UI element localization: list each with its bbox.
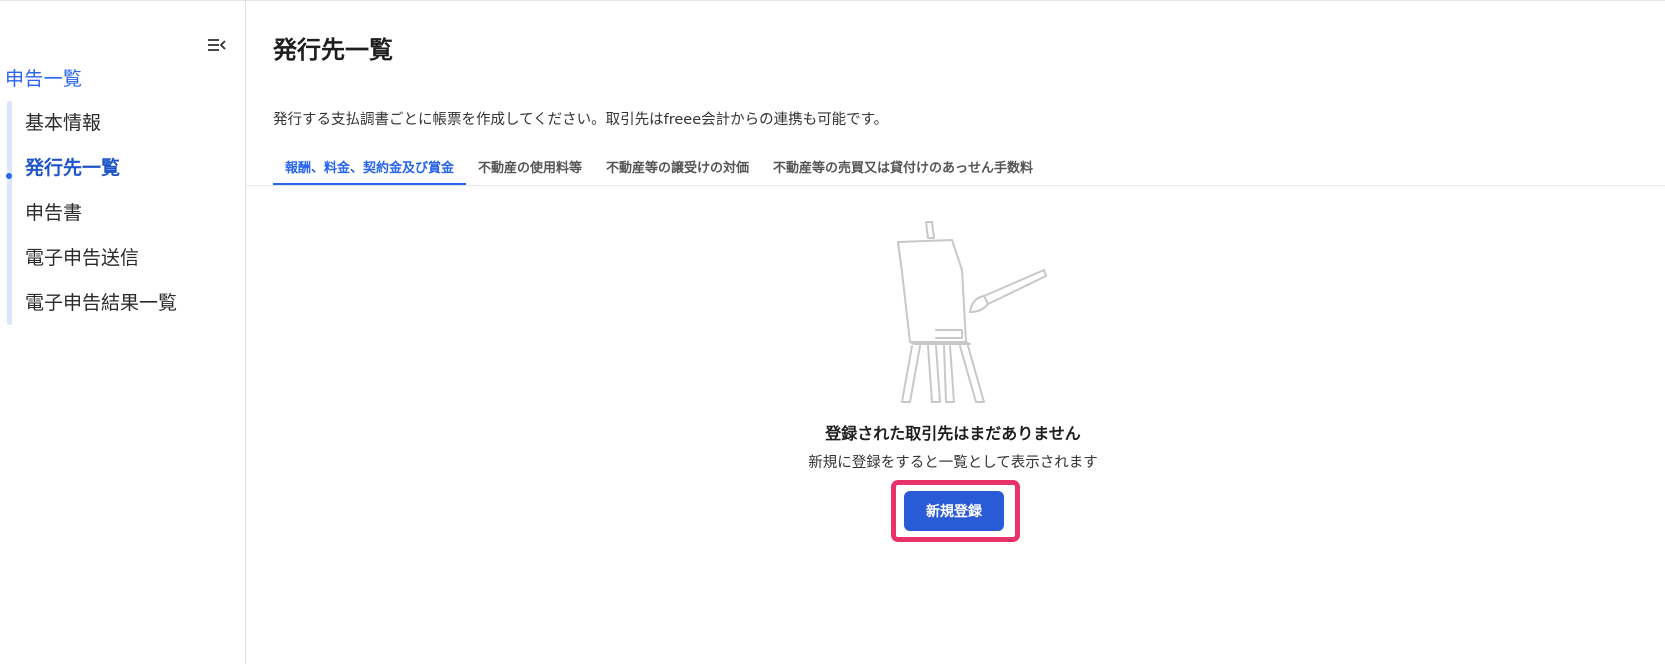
sidebar-item-label: 発行先一覧 <box>25 157 121 179</box>
tabs-divider <box>246 185 1665 186</box>
sidebar-item-return[interactable]: 申告書 <box>0 191 246 236</box>
sidebar-item-e-filing-results[interactable]: 電子申告結果一覧 <box>0 281 246 326</box>
sidebar-item-label: 電子申告送信 <box>25 247 140 269</box>
tab-real-estate-usage[interactable]: 不動産の使用料等 <box>466 158 594 186</box>
tab-remuneration[interactable]: 報酬、料金、契約金及び賞金 <box>273 158 467 186</box>
sidebar-item-recipients[interactable]: 発行先一覧 <box>0 146 246 191</box>
easel-painting-icon <box>884 218 1064 408</box>
sidebar-item-label: 電子申告結果一覧 <box>25 292 178 314</box>
menu-collapse-icon[interactable] <box>206 34 228 56</box>
sidebar-nav: 基本情報 発行先一覧 申告書 電子申告送信 電子申告結果一覧 <box>0 101 246 326</box>
sidebar-item-basic-info[interactable]: 基本情報 <box>0 101 246 146</box>
sidebar-item-label: 基本情報 <box>25 112 102 134</box>
empty-state-description: 新規に登録をすると一覧として表示されます <box>808 455 1098 471</box>
sidebar: 申告一覧 基本情報 発行先一覧 申告書 電子申告送信 電子申告結果一覧 <box>0 0 246 664</box>
active-indicator-dot <box>6 173 12 179</box>
new-registration-button[interactable]: 新規登録 <box>904 491 1004 531</box>
sidebar-parent-link[interactable]: 申告一覧 <box>5 64 82 91</box>
page-description: 発行する支払調書ごとに帳票を作成してください。取引先はfreee会計からの連携も… <box>273 112 889 128</box>
page-title: 発行先一覧 <box>273 36 393 64</box>
tab-real-estate-brokerage[interactable]: 不動産等の売買又は貸付けのあっせん手数料 <box>761 158 1045 186</box>
tab-real-estate-transfer[interactable]: 不動産等の譲受けの対価 <box>594 158 761 186</box>
empty-state-title: 登録された取引先はまだありません <box>825 424 1081 443</box>
sidebar-item-label: 申告書 <box>25 202 83 224</box>
top-border <box>0 0 1665 1</box>
tab-bar: 報酬、料金、契約金及び賞金 不動産の使用料等 不動産等の譲受けの対価 不動産等の… <box>273 158 1045 186</box>
sidebar-item-e-filing-send[interactable]: 電子申告送信 <box>0 236 246 281</box>
